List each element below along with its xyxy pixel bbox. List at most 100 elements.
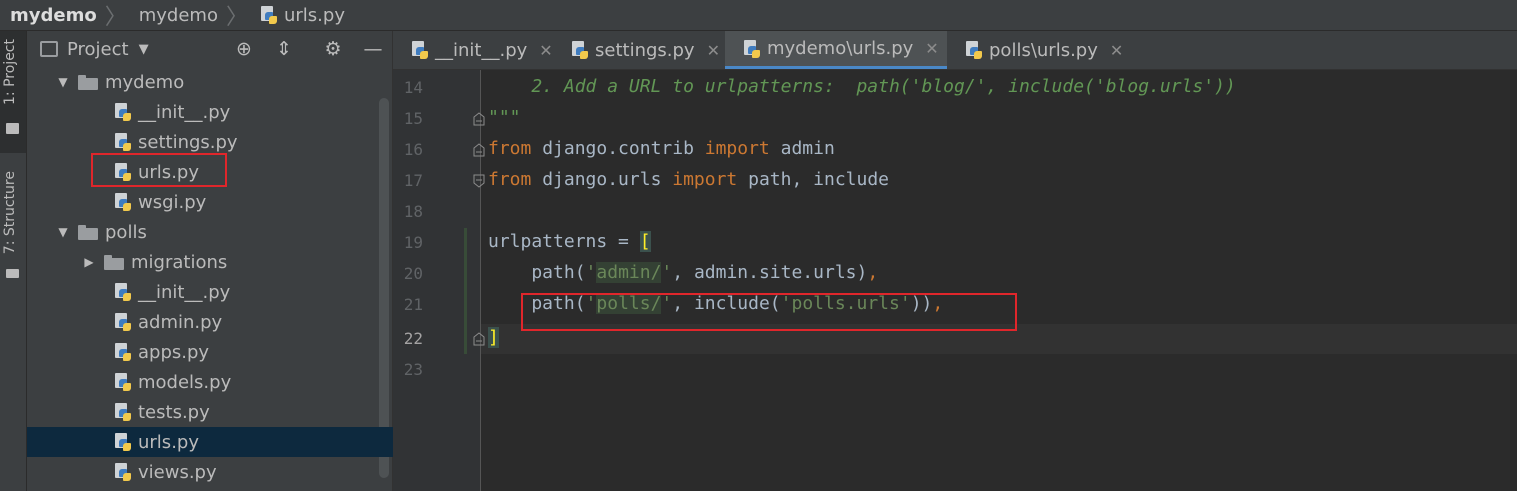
code-line-16: from django.contrib import admin [488,138,835,159]
code-token: , admin.site.urls) [672,262,868,283]
code-line-22: ] [488,327,499,348]
project-panel: Project ▼ ⊕ ⇕ ⚙ — ▼ mydemo __init__.py s… [27,31,479,491]
gutter-divider [480,70,481,491]
current-line-highlight [393,324,1517,354]
structure-icon [6,269,19,278]
python-file-icon [114,283,132,301]
line-number: 23 [403,360,423,379]
tree-folder-mydemo[interactable]: ▼ mydemo [27,67,408,97]
tree-item-label: wsgi.py [138,191,207,213]
line-number: 20 [403,264,423,283]
python-file-icon [114,103,132,121]
breadcrumb-separator: 〉 [104,5,127,30]
tree-item-label: views.py [138,461,217,483]
fold-marker-icon[interactable] [473,332,485,346]
tree-item-label: polls [105,221,147,243]
python-file-icon [114,403,132,421]
tab-init[interactable]: __init__.py ✕ [393,31,553,69]
close-icon[interactable]: ✕ [1110,41,1123,60]
code-line-19: urlpatterns = [ [488,231,651,252]
code-token: urlpatterns = [488,231,640,252]
breadcrumb-separator: 〉 [225,5,248,30]
side-tab-project[interactable]: 1: Project [0,31,26,153]
comma-token: , [932,293,944,314]
tab-settings[interactable]: settings.py ✕ [553,31,725,69]
fold-marker-icon[interactable] [473,174,485,188]
code-token: path, include [737,169,889,190]
code-line-14: 2. Add a URL to urlpatterns: path('blog/… [488,76,1235,97]
tab-mydemo-urls[interactable]: mydemo\urls.py ✕ [725,31,947,69]
line-number: 18 [403,202,423,221]
tab-label: __init__.py [435,39,528,61]
string-token: ' [661,262,673,283]
tool-window-strip: 1: Project 7: Structure [0,31,27,491]
breadcrumb-label: urls.py [283,4,345,26]
keyword-token: import [704,138,770,159]
line-number: 22 [403,329,423,348]
tree-item-label: tests.py [138,401,210,423]
python-file-icon [260,6,278,24]
locate-file-icon[interactable]: ⊕ [232,37,256,61]
collapse-arrow-icon[interactable]: ▶ [82,255,96,269]
breadcrumb-label: mydemo [10,4,97,26]
line-number: 17 [403,171,423,190]
string-token: polls/ [596,293,662,314]
minimize-icon[interactable]: — [361,37,385,61]
breadcrumb-project[interactable]: mydemo [0,0,103,30]
tab-polls-urls[interactable]: polls\urls.py ✕ [947,31,1137,69]
docstring-text: """ [488,107,521,128]
tree-item-label: migrations [131,251,228,273]
code-token: path( [488,293,586,314]
code-line-15: """ [488,107,521,128]
side-tab-structure[interactable]: 7: Structure [0,161,26,291]
tree-folder-polls[interactable]: ▼ polls [27,217,408,247]
side-tab-project-label: 1: Project [2,39,18,105]
folder-icon [78,224,98,240]
comma-token: , [867,262,879,283]
breadcrumb-folder[interactable]: mydemo [129,0,224,30]
tree-folder-migrations[interactable]: ▶ migrations [27,247,434,277]
code-line-21: path('polls/', include('polls.urls')), [488,293,943,314]
tree-item-label: __init__.py [138,101,231,123]
editor-tab-bar: __init__.py ✕ settings.py ✕ mydemo\urls.… [393,31,1517,70]
fold-marker-icon[interactable] [473,143,485,157]
python-file-icon [114,313,132,331]
close-icon[interactable]: ✕ [539,41,552,60]
python-file-icon [965,41,983,59]
python-file-icon [114,193,132,211]
keyword-token: from [488,169,532,190]
code-editor[interactable]: 14 15 16 17 18 19 20 21 22 23 2. Add a U… [393,70,1517,491]
side-tab-structure-label: 7: Structure [2,171,18,255]
python-file-icon [114,373,132,391]
python-file-icon [571,41,589,59]
gear-icon[interactable]: ⚙ [321,37,345,61]
code-token: , include( [672,293,781,314]
folder-icon [6,123,19,134]
close-icon[interactable]: ✕ [925,39,938,58]
tree-item-label: mydemo [105,71,185,93]
line-number: 16 [403,140,423,159]
tree-item-label: __init__.py [138,281,231,303]
expand-arrow-icon[interactable]: ▼ [56,75,70,89]
python-file-icon [114,343,132,361]
tab-label: settings.py [595,39,695,61]
code-token: )) [910,293,933,314]
breadcrumb-file[interactable]: urls.py [250,0,351,30]
code-token: django.contrib [531,138,705,159]
close-icon[interactable]: ✕ [707,41,720,60]
expand-arrow-icon[interactable]: ▼ [56,225,70,239]
dropdown-arrow-icon[interactable]: ▼ [139,42,149,57]
bracket-token: [ [639,231,651,252]
line-number: 19 [403,233,423,252]
string-token: ' [585,293,597,314]
tree-item-label: urls.py [138,431,199,453]
fold-marker-icon[interactable] [473,112,485,126]
tab-label: mydemo\urls.py [767,38,914,59]
line-number: 21 [403,295,423,314]
string-token: ' [585,262,597,283]
collapse-all-icon[interactable]: ⇕ [272,37,296,61]
vcs-change-marker[interactable] [464,228,467,354]
string-token: 'polls.urls' [780,293,911,314]
project-view-dropdown[interactable]: Project [67,39,129,60]
code-token: path( [488,262,586,283]
